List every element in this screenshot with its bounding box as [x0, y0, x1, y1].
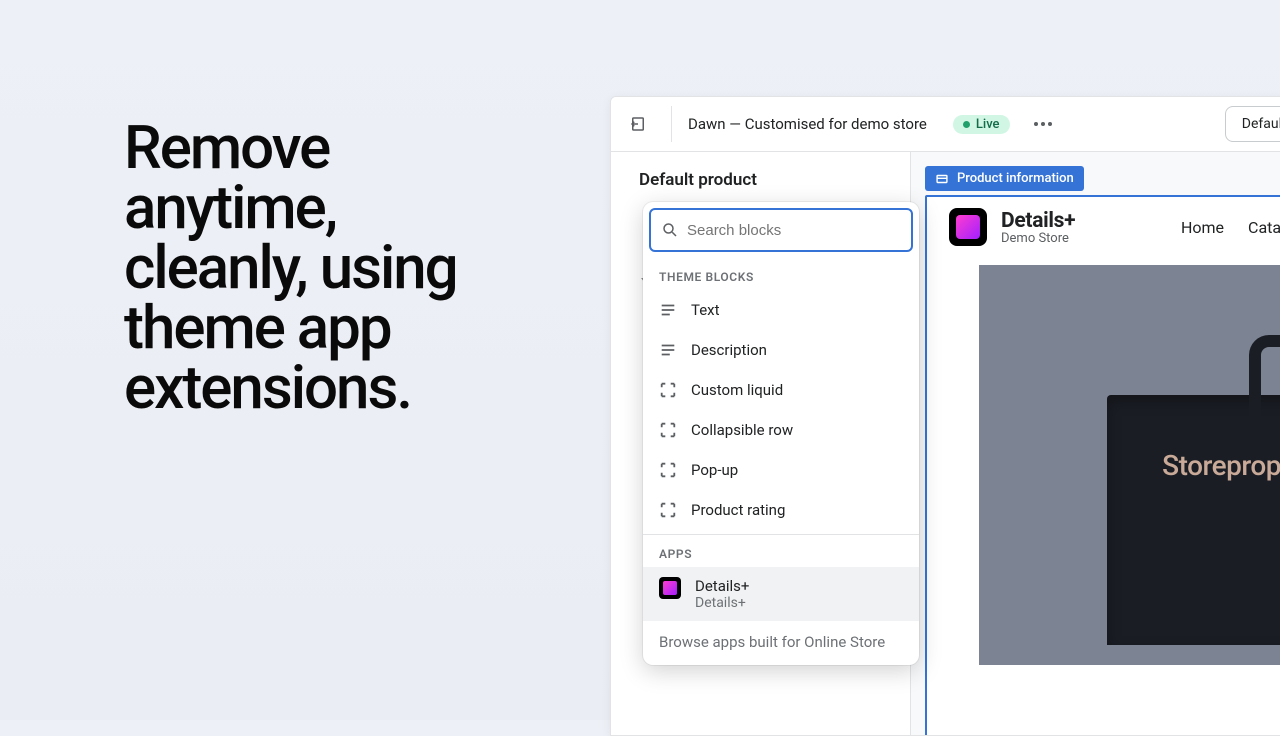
bag-text: Storeprop	[1162, 449, 1280, 482]
app-name: Details+	[695, 577, 749, 595]
storefront-nav: Home Catal	[1181, 218, 1280, 237]
group-label-theme-blocks: THEME BLOCKS	[643, 258, 919, 290]
sidebar-heading: Default product	[639, 170, 910, 190]
browse-apps-link[interactable]: Browse apps built for Online Store	[643, 621, 919, 665]
storefront-header: Details+ Demo Store Home Catal	[927, 197, 1280, 257]
frame-icon	[659, 461, 677, 479]
bag-graphic	[1107, 395, 1280, 645]
frame-icon	[659, 421, 677, 439]
block-option-popup[interactable]: Pop-up	[643, 450, 919, 490]
frame-icon	[659, 501, 677, 519]
storefront-preview: Details+ Demo Store Home Catal Storeprop	[925, 195, 1280, 736]
topbar: Dawn — Customised for demo store Live De…	[611, 97, 1280, 152]
block-option-description[interactable]: Description	[643, 330, 919, 370]
exit-button[interactable]	[621, 107, 655, 141]
live-badge: Live	[953, 115, 1010, 134]
store-title: Details+	[1001, 209, 1075, 233]
group-label-apps: APPS	[643, 535, 919, 567]
default-template-button[interactable]: Defaul	[1225, 106, 1280, 142]
block-label: Collapsible row	[691, 421, 793, 439]
section-icon	[935, 172, 949, 186]
chip-label: Product information	[957, 171, 1074, 186]
add-block-popover: THEME BLOCKS Text Description	[643, 202, 919, 665]
preview-pane: Product information Details+ Demo Store …	[911, 152, 1280, 735]
block-label: Description	[691, 341, 767, 359]
search-input-field[interactable]	[687, 222, 901, 239]
block-label: Custom liquid	[691, 381, 783, 399]
app-option-details-plus[interactable]: Details+ Details+	[643, 567, 919, 621]
nav-catalog[interactable]: Catal	[1248, 218, 1280, 237]
frame-icon	[659, 381, 677, 399]
block-option-product-rating[interactable]: Product rating	[643, 490, 919, 530]
hero-line: cleanly, using	[124, 238, 457, 298]
block-label: Text	[691, 301, 720, 319]
ellipsis-icon	[1034, 122, 1052, 126]
hero-line: extensions.	[124, 358, 457, 418]
more-button[interactable]	[1026, 107, 1060, 141]
block-option-text[interactable]: Text	[643, 290, 919, 330]
live-dot-icon	[963, 121, 970, 128]
block-label: Pop-up	[691, 461, 738, 479]
exit-icon	[629, 115, 647, 133]
app-logo-icon	[659, 577, 681, 599]
search-blocks-input[interactable]	[649, 208, 913, 252]
theme-editor-window: Dawn — Customised for demo store Live De…	[610, 96, 1280, 736]
sidebar: Default product THEME BLOCKS	[611, 152, 911, 735]
hero-line: theme app	[124, 298, 457, 358]
hero-line: anytime,	[124, 178, 457, 238]
store-logo-icon	[949, 208, 987, 246]
section-chip[interactable]: Product information	[925, 166, 1084, 191]
divider	[671, 106, 672, 142]
search-icon	[661, 221, 679, 239]
nav-home[interactable]: Home	[1181, 218, 1224, 237]
hero-line: Remove	[124, 118, 457, 178]
app-subtitle: Details+	[695, 595, 749, 611]
block-label: Product rating	[691, 501, 785, 519]
store-subtitle: Demo Store	[1001, 231, 1075, 246]
theme-title: Dawn — Customised for demo store	[688, 115, 927, 133]
text-lines-icon	[659, 341, 677, 359]
hero-headline: Remove anytime, cleanly, using theme app…	[124, 118, 457, 418]
block-option-custom-liquid[interactable]: Custom liquid	[643, 370, 919, 410]
block-option-collapsible-row[interactable]: Collapsible row	[643, 410, 919, 450]
text-lines-icon	[659, 301, 677, 319]
live-label: Live	[976, 117, 1000, 132]
product-image: Storeprop	[979, 265, 1280, 665]
